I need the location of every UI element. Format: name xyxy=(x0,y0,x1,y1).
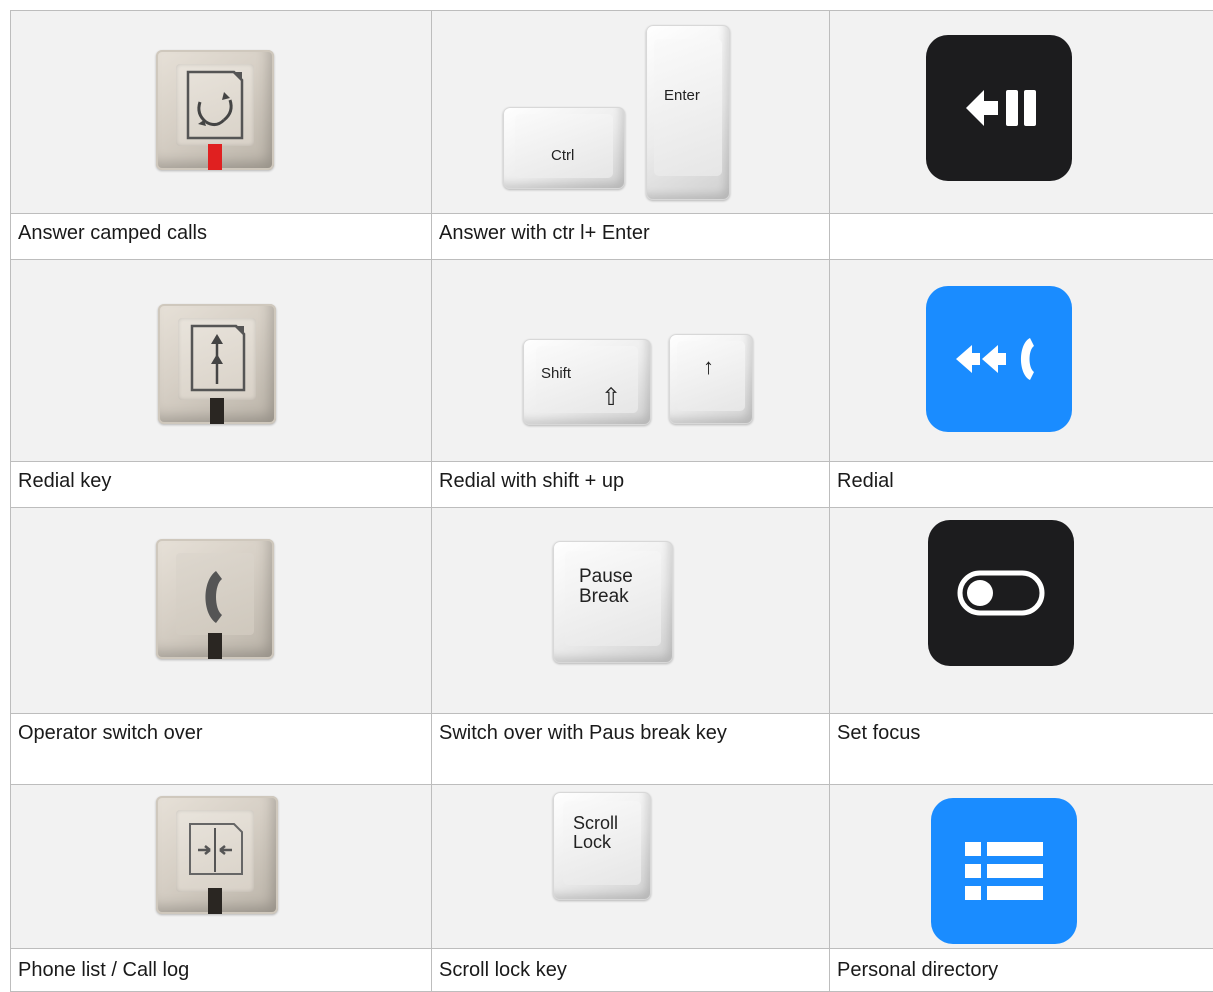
answer-pause-app-button[interactable] xyxy=(926,35,1072,181)
break-key-label: Break xyxy=(579,586,629,607)
red-led-indicator xyxy=(208,144,222,170)
console-key-label: Redial key xyxy=(18,470,112,492)
enter-key: Enter xyxy=(646,25,730,200)
app-icon-label xyxy=(829,214,1213,220)
scroll-lock-key: Scroll Lock xyxy=(553,792,651,900)
redial-arrows-icon xyxy=(178,318,256,400)
up-arrow-key-label: ↑ xyxy=(703,354,714,379)
keyboard-key-label: Switch over with Paus break key xyxy=(439,722,727,744)
handset-icon xyxy=(176,553,254,635)
pause-break-key: Pause Break xyxy=(553,541,673,663)
answer-pause-icon xyxy=(966,90,1036,126)
shift-key-label: Shift xyxy=(541,365,572,382)
personal-directory-app-button[interactable] xyxy=(931,798,1077,944)
led-indicator xyxy=(210,398,224,424)
redial-app-button[interactable] xyxy=(926,286,1072,432)
camp-answer-icon xyxy=(176,64,254,146)
redial-phone-icon xyxy=(956,338,1034,380)
switch-over-console-key[interactable] xyxy=(156,539,274,659)
keyboard-key-cell xyxy=(431,10,829,213)
app-icon-label: Personal directory xyxy=(837,959,999,981)
ctrl-key: Ctrl xyxy=(503,107,625,189)
led-indicator xyxy=(208,633,222,659)
shortcut-table: Ctrl Enter Answer camped calls Answer wi… xyxy=(10,10,1213,992)
app-icon-label: Redial xyxy=(837,470,894,492)
toggle-icon xyxy=(957,570,1045,616)
phone-book-icon xyxy=(176,810,254,892)
phone-list-console-key[interactable] xyxy=(156,796,278,914)
ctrl-key-label: Ctrl xyxy=(551,147,575,164)
shift-arrow-icon: ⇧ xyxy=(601,384,622,411)
lock-key-label: Lock xyxy=(573,832,612,852)
camp-answer-console-key[interactable] xyxy=(156,50,274,170)
console-key-label: Answer camped calls xyxy=(18,222,207,244)
pause-key-label: Pause xyxy=(579,566,633,587)
console-key-label: Phone list / Call log xyxy=(18,959,190,981)
enter-key-label: Enter xyxy=(664,87,700,104)
up-arrow-key: ↑ xyxy=(669,334,753,424)
keyboard-key-label: Answer with ctr l+ Enter xyxy=(439,222,650,244)
console-key-label: Operator switch over xyxy=(18,722,203,744)
led-indicator xyxy=(208,888,222,914)
keyboard-key-label: Scroll lock key xyxy=(439,959,567,981)
keyboard-key-label: Redial with shift + up xyxy=(439,470,625,492)
list-icon xyxy=(965,842,1043,900)
redial-console-key[interactable] xyxy=(158,304,276,424)
app-icon-label: Set focus xyxy=(837,722,921,744)
shift-key: Shift ⇧ xyxy=(523,339,651,425)
scroll-key-label: Scroll xyxy=(573,813,619,833)
set-focus-app-button[interactable] xyxy=(928,520,1074,666)
